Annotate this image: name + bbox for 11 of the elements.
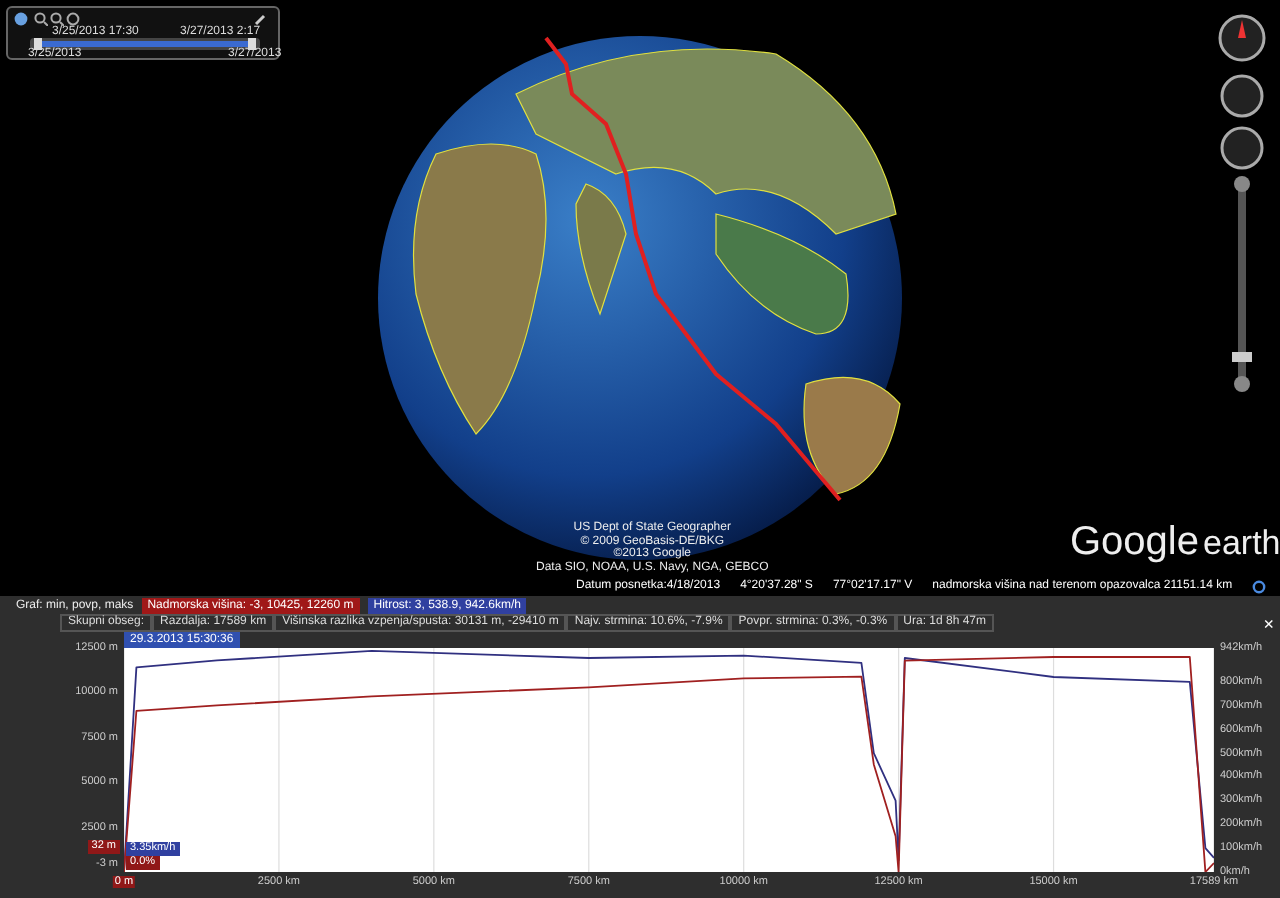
slider-fill[interactable]	[40, 41, 250, 47]
slider-handle[interactable]	[248, 38, 256, 50]
logo-product: earth	[1203, 524, 1280, 564]
map-view[interactable]	[0, 0, 1280, 596]
loading-icon	[1252, 580, 1267, 594]
navigation-controls[interactable]	[1216, 12, 1268, 392]
slider-handle[interactable]	[34, 38, 42, 50]
zoom-in-icon[interactable]	[34, 12, 48, 26]
close-button[interactable]: ×	[1263, 615, 1274, 631]
logo-brand: Google	[1070, 520, 1199, 566]
zoom-out-icon[interactable]	[50, 12, 64, 26]
